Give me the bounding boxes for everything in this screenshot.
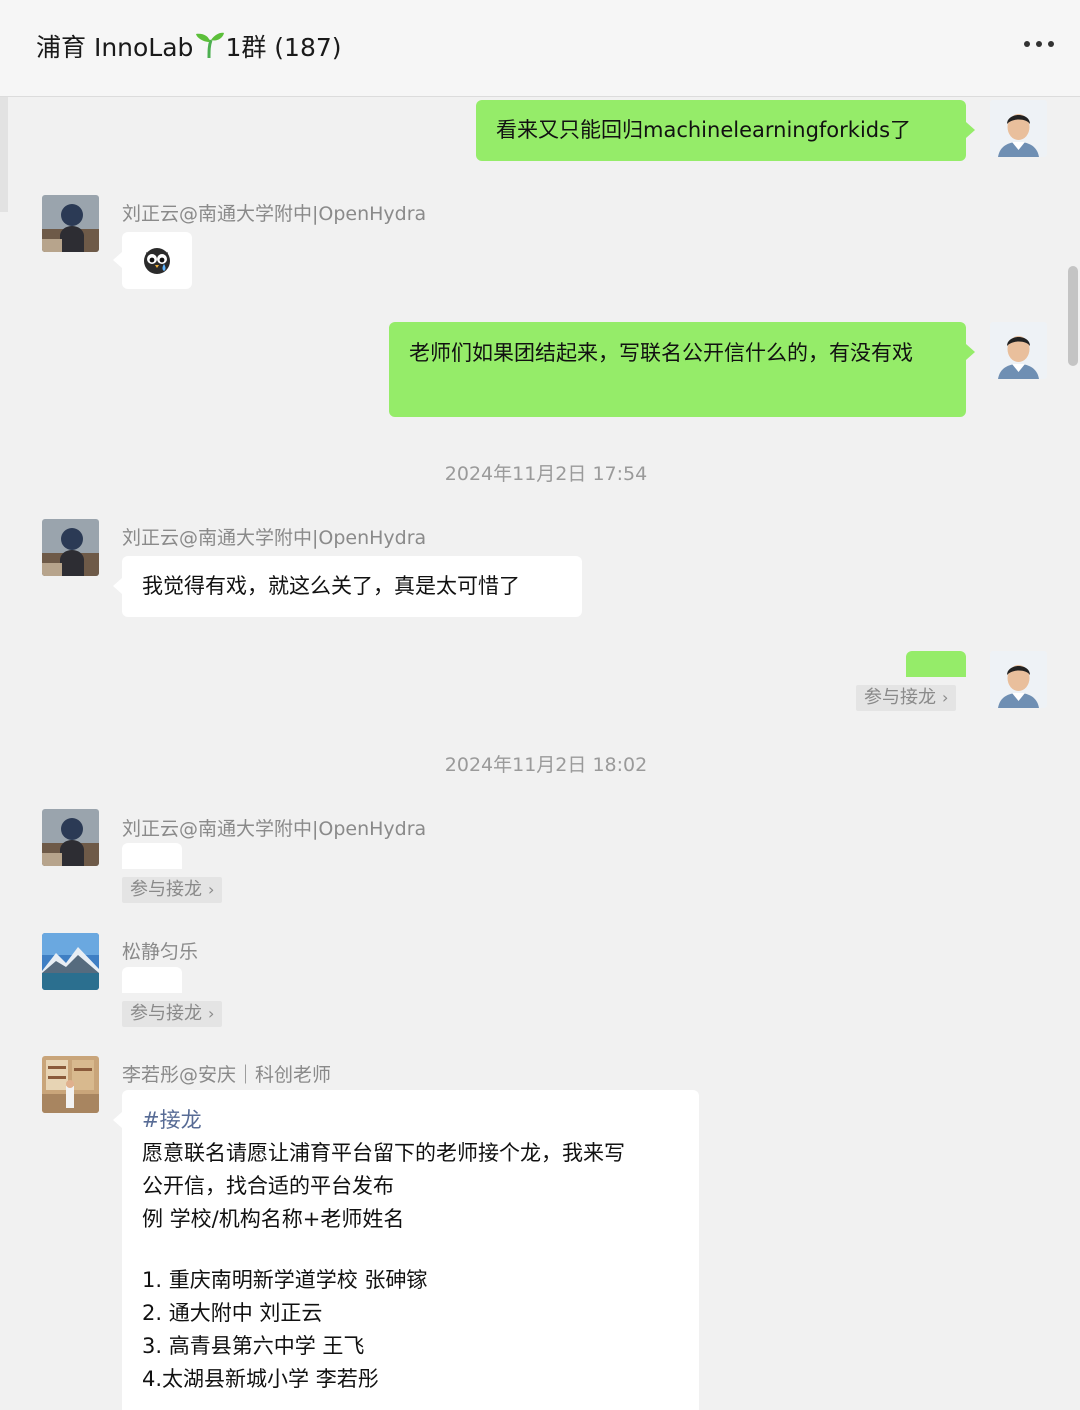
timestamp: 2024年11月2日 18:02 [444, 754, 648, 776]
chat-title: 浦育 InnoLab 1群 (187) [36, 28, 342, 64]
message-bubble-other[interactable] [122, 967, 182, 993]
hashtag-link[interactable]: #接龙 [142, 1104, 679, 1137]
message-bubble-self[interactable]: 老师们如果团结起来，写联名公开信什么的，有没有戏 [389, 322, 966, 417]
bubble-tail [966, 344, 975, 360]
message-bubble-self[interactable] [906, 651, 966, 677]
avatar-liuzhengyun[interactable] [42, 519, 99, 576]
avatar-self[interactable] [990, 322, 1047, 379]
message-line: 例 学校/机构名称+老师姓名 [142, 1207, 405, 1231]
sender-name: 刘正云@南通大学附中|OpenHydra [122, 203, 427, 225]
timestamp: 2024年11月2日 17:54 [444, 463, 648, 485]
avatar-liuzhengyun[interactable] [42, 195, 99, 252]
sender-name: 刘正云@南通大学附中|OpenHydra [122, 527, 427, 549]
avatar-liruotong[interactable] [42, 1056, 99, 1113]
sender-name: 刘正云@南通大学附中|OpenHydra [122, 818, 427, 840]
message-text: 我觉得有戏，就这么关了，真是太可惜了 [142, 574, 520, 598]
sprout-icon [196, 32, 225, 59]
avatar-songjingyunle[interactable] [42, 933, 99, 990]
chat-header: 浦育 InnoLab 1群 (187) [0, 0, 1080, 97]
join-chain-button[interactable]: 参与接龙 › [856, 685, 957, 711]
message-line: 2. 通大附中 刘正云 [142, 1301, 323, 1325]
message-line: 愿意联名请愿让浦育平台留下的老师接个龙，我来写 [142, 1141, 625, 1165]
message-line: 3. 高青县第六中学 王飞 [142, 1334, 365, 1358]
join-chain-label: 参与接龙 [864, 687, 936, 708]
join-chain-label: 参与接龙 [130, 1003, 202, 1024]
message-bubble-other[interactable]: #接龙 愿意联名请愿让浦育平台留下的老师接个龙，我来写 公开信，找合适的平台发布… [122, 1090, 699, 1410]
avatar-self[interactable] [990, 651, 1047, 708]
chevron-right-icon: › [208, 880, 215, 899]
join-chain-button[interactable]: 参与接龙 › [122, 877, 223, 903]
left-panel-edge [0, 97, 8, 212]
message-line: 公开信，找合适的平台发布 [142, 1174, 394, 1198]
sticker-bubble[interactable] [122, 232, 192, 289]
message-text: 老师们如果团结起来，写联名公开信什么的，有没有戏 [409, 341, 913, 365]
message-bubble-other[interactable] [122, 843, 182, 869]
avatar-liuzhengyun[interactable] [42, 809, 99, 866]
crying-owl-sticker-icon [144, 248, 170, 274]
avatar-self[interactable] [990, 100, 1047, 157]
sender-name: 松静匀乐 [122, 941, 199, 963]
join-chain-label: 参与接龙 [130, 879, 202, 900]
message-line: 4.太湖县新城小学 李若彤 [142, 1367, 379, 1391]
scrollbar-thumb[interactable] [1068, 266, 1078, 366]
chat-title-suffix: 1群 (187) [225, 33, 342, 62]
message-bubble-other[interactable]: 我觉得有戏，就这么关了，真是太可惜了 [122, 556, 582, 617]
more-dots-icon[interactable] [1022, 32, 1056, 56]
bubble-tail [113, 1112, 122, 1128]
sender-name: 李若彤@安庆｜科创老师 [122, 1064, 332, 1086]
bubble-tail [113, 252, 122, 268]
chat-title-prefix: 浦育 InnoLab [36, 33, 194, 62]
message-bubble-self[interactable]: 看来又只能回归machinelearningforkids了 [476, 100, 966, 161]
message-line: 1. 重庆南明新学道学校 张砷镓 [142, 1268, 428, 1292]
chevron-right-icon: › [942, 688, 949, 707]
join-chain-button[interactable]: 参与接龙 › [122, 1001, 223, 1027]
message-text: 看来又只能回归machinelearningforkids了 [496, 118, 912, 142]
chevron-right-icon: › [208, 1004, 215, 1023]
bubble-tail [113, 578, 122, 594]
bubble-tail [966, 122, 975, 138]
